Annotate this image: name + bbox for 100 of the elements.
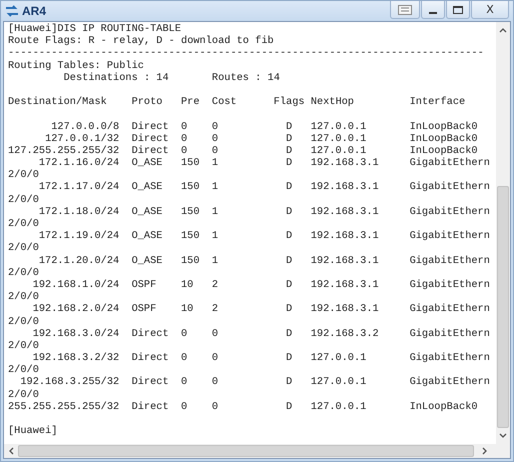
nexthop-text: 127.0.0.1 <box>310 376 366 388</box>
protocol-text: Direct <box>132 400 169 413</box>
console-line: Routing Tables: Public <box>8 60 144 72</box>
interface-text: GigabitEthern <box>410 230 490 242</box>
flags-text: D <box>286 181 292 194</box>
keyboard-icon <box>398 4 412 14</box>
cost-text: 0 <box>212 376 218 388</box>
nexthop-text: 127.0.0.1 <box>310 120 366 132</box>
preference-text: 0 <box>180 120 188 132</box>
destination-text: 127.0.0.1/32 <box>45 132 120 145</box>
interface-continuation: 2/0/0 <box>8 364 39 376</box>
column-header: Flags <box>274 96 305 108</box>
cost-text: 1 <box>212 254 218 267</box>
protocol-text: Direct <box>132 328 169 340</box>
preference-text: 0 <box>180 400 188 413</box>
destination-text: 255.255.255.255/32 <box>8 400 120 413</box>
protocol-text: O_ASE <box>132 230 162 242</box>
scrollbar-thumb[interactable] <box>18 445 474 457</box>
interface-text: InLoopBack0 <box>410 120 478 132</box>
cost-text: 1 <box>212 230 218 242</box>
interface-continuation: 2/0/0 <box>8 266 39 279</box>
preference-text: 150 <box>180 181 200 194</box>
protocol-text: Direct <box>132 132 169 145</box>
column-header: Cost <box>212 96 237 108</box>
column-header: Destination/Mask <box>8 96 107 108</box>
column-header: Interface <box>410 96 466 108</box>
destination-text: 192.168.3.2/32 <box>32 352 120 364</box>
preference-text: 0 <box>180 376 188 388</box>
interface-text: GigabitEthern <box>410 352 490 364</box>
column-header: Pre <box>181 96 200 108</box>
interface-continuation: 2/0/0 <box>8 242 39 255</box>
flags-text: D <box>286 376 292 388</box>
flags-text: D <box>286 157 292 170</box>
flags-text: D <box>286 352 292 364</box>
flags-text: D <box>286 120 292 132</box>
destination-text: 127.0.0.0/8 <box>51 120 120 132</box>
destination-text: 192.168.3.0/24 <box>32 328 120 340</box>
destination-text: 192.168.1.0/24 <box>32 278 120 291</box>
scroll-down-icon[interactable] <box>499 433 507 439</box>
flags-text: D <box>286 278 292 291</box>
interface-continuation: 2/0/0 <box>8 340 39 352</box>
destination-text: 127.255.255.255/32 <box>8 144 120 157</box>
flags-text: D <box>286 303 292 316</box>
protocol-text: Direct <box>132 352 169 364</box>
close-button[interactable]: X <box>471 1 509 19</box>
nexthop-text: 127.0.0.1 <box>310 144 366 157</box>
destination-text: 172.1.18.0/24 <box>38 206 120 218</box>
nexthop-text: 192.168.3.1 <box>310 181 379 194</box>
cost-text: 0 <box>212 144 218 157</box>
interface-continuation: 2/0/0 <box>8 388 39 401</box>
cost-text: 0 <box>212 328 218 340</box>
minimize-button[interactable] <box>421 1 445 19</box>
flags-text: D <box>286 206 292 218</box>
nexthop-text: 192.168.3.1 <box>310 278 379 291</box>
flags-text: D <box>286 254 292 267</box>
interface-text: GigabitEthern <box>410 278 490 291</box>
horizontal-scrollbar[interactable] <box>4 444 510 458</box>
protocol-text: OSPF <box>132 278 156 291</box>
scrollbar-thumb[interactable] <box>497 186 509 428</box>
console-line: [Huawei]DIS IP ROUTING-TABLE <box>8 23 182 36</box>
summary-text: Routes : 14 <box>212 72 280 84</box>
console-line: ----------------------------------------------------------------------------- <box>8 47 484 60</box>
protocol-text: Direct <box>132 376 169 388</box>
vertical-scrollbar[interactable] <box>496 22 510 444</box>
preference-text: 150 <box>180 206 200 218</box>
nexthop-text: 192.168.3.1 <box>310 230 379 242</box>
flags-text: D <box>286 400 292 413</box>
destination-text: 192.168.3.255/32 <box>20 376 120 388</box>
maximize-icon <box>453 6 463 14</box>
preference-text: 0 <box>180 132 188 145</box>
protocol-text: Direct <box>132 144 169 157</box>
nexthop-text: 192.168.3.1 <box>310 157 379 170</box>
scroll-left-icon[interactable] <box>8 447 14 455</box>
destination-text: 192.168.2.0/24 <box>32 303 120 316</box>
scroll-up-icon[interactable] <box>499 27 507 33</box>
cost-text: 0 <box>212 132 218 145</box>
minimize-icon <box>429 12 437 14</box>
destination-text: 172.1.20.0/24 <box>38 254 120 267</box>
maximize-button[interactable] <box>446 1 470 19</box>
destination-text: 172.1.19.0/24 <box>38 230 120 242</box>
nexthop-text: 127.0.0.1 <box>310 400 366 413</box>
preference-text: 10 <box>180 303 194 316</box>
interface-text: InLoopBack0 <box>410 144 478 157</box>
interface-text: InLoopBack0 <box>410 400 478 413</box>
window-title: AR4 <box>22 4 46 18</box>
column-header: NextHop <box>310 96 354 108</box>
protocol-text: O_ASE <box>132 157 162 170</box>
nexthop-text: 192.168.3.1 <box>310 206 379 218</box>
cost-text: 0 <box>212 400 218 413</box>
interface-text: GigabitEthern <box>410 157 490 170</box>
cost-text: 0 <box>212 352 218 364</box>
scroll-right-icon[interactable] <box>482 447 488 455</box>
preference-text: 0 <box>180 352 188 364</box>
command-prompt: [Huawei] <box>8 425 58 438</box>
interface-continuation: 2/0/0 <box>8 218 39 230</box>
flags-text: D <box>286 328 292 340</box>
interface-continuation: 2/0/0 <box>8 194 39 206</box>
interface-text: GigabitEthern <box>410 181 490 194</box>
cost-text: 0 <box>212 120 218 132</box>
protocol-text: Direct <box>132 120 169 132</box>
